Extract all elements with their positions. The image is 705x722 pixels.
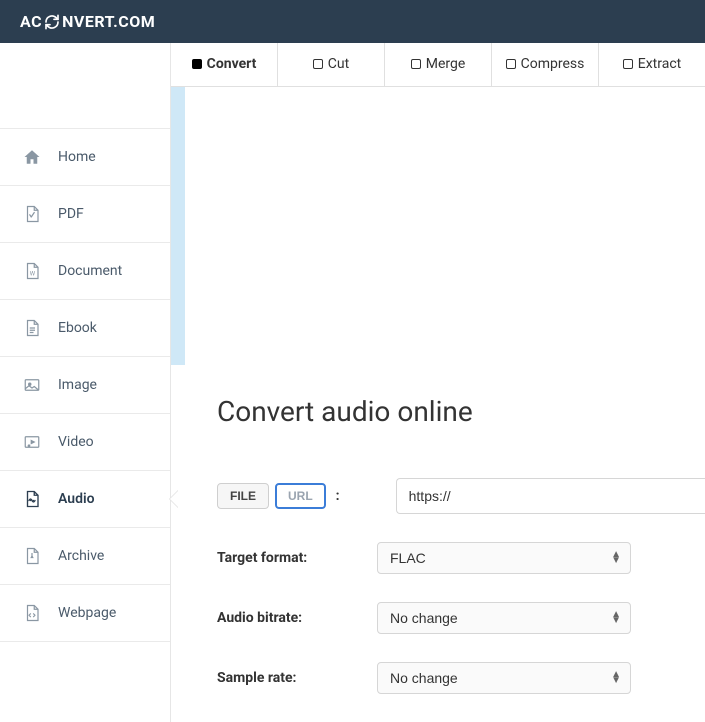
- audio-icon: [22, 489, 42, 509]
- tab-compress[interactable]: Compress: [492, 43, 599, 86]
- brand-logo[interactable]: AC NVERT.COM: [20, 12, 155, 31]
- sidebar-item-label: Video: [58, 434, 94, 450]
- archive-icon: [22, 546, 42, 566]
- source-row: FILE URL :: [217, 478, 705, 514]
- checkbox-icon: [192, 59, 202, 69]
- sidebar-item-home[interactable]: Home: [0, 128, 170, 186]
- tab-label: Cut: [328, 56, 349, 72]
- sidebar-item-video[interactable]: Video: [0, 414, 170, 471]
- audio-bitrate-select[interactable]: No change: [377, 602, 631, 634]
- tab-label: Compress: [521, 56, 585, 72]
- page-title: Convert audio online: [217, 395, 705, 428]
- app-header: AC NVERT.COM: [0, 0, 705, 43]
- pdf-icon: [22, 204, 42, 224]
- tab-convert[interactable]: Convert: [171, 43, 278, 86]
- sidebar-item-document[interactable]: W Document: [0, 243, 170, 300]
- brand-part2: NVERT.COM: [62, 12, 155, 31]
- svg-text:W: W: [30, 271, 36, 278]
- form-content: Convert audio online FILE URL : Target f…: [171, 365, 705, 722]
- target-format-select[interactable]: FLAC: [377, 542, 631, 574]
- sidebar-item-pdf[interactable]: PDF: [0, 186, 170, 243]
- video-icon: [22, 432, 42, 452]
- tabs-bar: Convert Cut Merge Compress Extract: [171, 43, 705, 87]
- sidebar-item-label: Webpage: [58, 605, 116, 621]
- sidebar-item-ebook[interactable]: Ebook: [0, 300, 170, 357]
- tab-label: Merge: [426, 56, 466, 72]
- sidebar-item-label: Ebook: [58, 320, 97, 336]
- checkbox-icon: [411, 59, 421, 69]
- sidebar-item-label: Audio: [58, 491, 95, 507]
- target-format-label: Target format:: [217, 550, 377, 566]
- sidebar: Home PDF W Document Ebook Image: [0, 43, 170, 722]
- document-icon: W: [22, 261, 42, 281]
- sidebar-item-audio[interactable]: Audio: [0, 471, 170, 528]
- source-url-button[interactable]: URL: [275, 483, 326, 509]
- audio-bitrate-label: Audio bitrate:: [217, 610, 377, 626]
- tab-label: Extract: [638, 56, 681, 72]
- brand-part1: AC: [20, 12, 42, 31]
- sidebar-item-image[interactable]: Image: [0, 357, 170, 414]
- tab-cut[interactable]: Cut: [278, 43, 385, 86]
- tab-label: Convert: [207, 56, 257, 72]
- sidebar-item-label: PDF: [58, 206, 84, 222]
- audio-bitrate-row: Audio bitrate: No change ▲▼: [217, 602, 705, 634]
- refresh-icon: [44, 14, 60, 30]
- source-file-button[interactable]: FILE: [217, 483, 269, 509]
- tab-merge[interactable]: Merge: [385, 43, 492, 86]
- webpage-icon: [22, 603, 42, 623]
- sidebar-item-label: Image: [58, 377, 97, 393]
- sidebar-item-label: Home: [58, 149, 96, 165]
- sidebar-item-label: Archive: [58, 548, 104, 564]
- target-format-row: Target format: FLAC ▲▼: [217, 542, 705, 574]
- image-icon: [22, 375, 42, 395]
- checkbox-icon: [623, 59, 633, 69]
- sidebar-item-label: Document: [58, 263, 122, 279]
- checkbox-icon: [506, 59, 516, 69]
- sample-rate-row: Sample rate: No change ▲▼: [217, 662, 705, 694]
- sidebar-item-archive[interactable]: Archive: [0, 528, 170, 585]
- main-content: Convert Cut Merge Compress Extract Conve…: [170, 43, 705, 722]
- sample-rate-label: Sample rate:: [217, 670, 377, 686]
- sample-rate-select[interactable]: No change: [377, 662, 631, 694]
- tab-extract[interactable]: Extract: [599, 43, 705, 86]
- ebook-icon: [22, 318, 42, 338]
- source-toggle: FILE URL :: [217, 483, 340, 509]
- ad-placeholder: [171, 87, 705, 365]
- colon-text: :: [336, 488, 340, 504]
- checkbox-icon: [313, 59, 323, 69]
- url-input[interactable]: [396, 478, 705, 514]
- sidebar-item-webpage[interactable]: Webpage: [0, 585, 170, 642]
- home-icon: [22, 147, 42, 167]
